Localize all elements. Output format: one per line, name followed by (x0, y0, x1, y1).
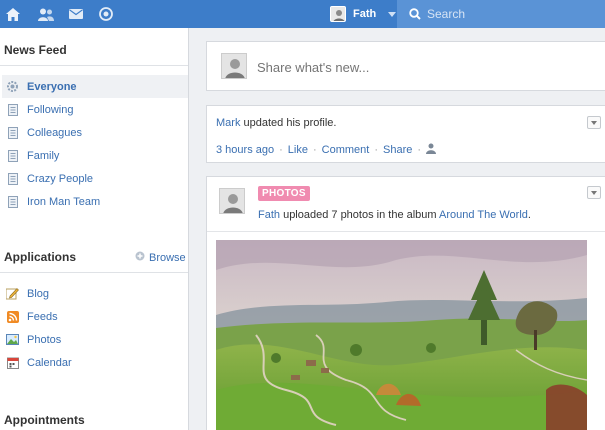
user-name: Fath (353, 8, 377, 20)
post-card: PHOTOS Fath uploaded 7 photos in the alb… (206, 176, 605, 430)
sidebar-item-label: Feeds (27, 310, 58, 323)
post-card: Mark updated his profile. 3 hours ago · … (206, 105, 605, 163)
sidebar-item-colleagues[interactable]: Colleagues (2, 121, 188, 144)
sidebar-item-blog[interactable]: Blog (2, 282, 188, 305)
sidebar-item-label: Everyone (27, 80, 77, 93)
sidebar-item-calendar[interactable]: Calendar (2, 351, 188, 374)
sidebar-item-iron-man-team[interactable]: Iron Man Team (2, 190, 188, 213)
people-icon[interactable] (38, 6, 54, 22)
sidebar-item-following[interactable]: Following (2, 98, 188, 121)
sidebar: News Feed Everyone Following Colleagues … (0, 28, 189, 430)
sidebar-item-label: Blog (27, 287, 50, 300)
post-options-button[interactable] (587, 116, 601, 129)
post-action: uploaded 7 photos in the album (280, 209, 440, 221)
chevron-down-icon (591, 190, 597, 195)
sidebar-item-crazy-people[interactable]: Crazy People (2, 167, 188, 190)
top-bar: Fath (0, 0, 605, 28)
browse-label: Browse (149, 251, 186, 264)
timestamp-link[interactable]: 3 hours ago (216, 144, 274, 156)
browse-link[interactable]: Browse (135, 251, 186, 264)
sidebar-item-label: Iron Man Team (27, 195, 101, 208)
sidebar-item-label: Colleagues (27, 126, 83, 139)
sidebar-item-family[interactable]: Family (2, 144, 188, 167)
author-link[interactable]: Fath (258, 209, 280, 221)
chevron-down-icon[interactable] (388, 11, 397, 17)
sidebar-item-label: Following (27, 103, 74, 116)
sidebar-item-label: Photos (27, 333, 62, 346)
document-icon (6, 103, 19, 116)
album-link[interactable]: Around The World (439, 209, 528, 221)
document-icon (6, 126, 19, 139)
author-link[interactable]: Mark (216, 117, 240, 129)
pencil-icon (6, 287, 19, 300)
chevron-down-icon (591, 120, 597, 125)
divider (207, 231, 605, 232)
sidebar-item-photos[interactable]: Photos (2, 328, 188, 351)
appointments-title: Appointments (4, 413, 85, 427)
post-text: Fath uploaded 7 photos in the album Arou… (258, 209, 531, 221)
photos-badge: PHOTOS (258, 186, 310, 201)
sidebar-item-everyone[interactable]: Everyone (2, 75, 188, 98)
sidebar-item-feeds[interactable]: Feeds (2, 305, 188, 328)
avatar (219, 188, 245, 214)
calendar-icon (6, 356, 19, 369)
search-input[interactable] (427, 4, 597, 24)
user-menu[interactable]: Fath (330, 0, 397, 28)
divider (0, 272, 188, 273)
share-link[interactable]: Share (383, 144, 412, 156)
post-options-button[interactable] (587, 186, 601, 199)
post-meta: 3 hours ago · Like · Comment · Share · (216, 143, 437, 157)
share-input[interactable] (257, 56, 587, 78)
add-circle-icon (135, 251, 145, 264)
post-text: Mark updated his profile. (216, 117, 336, 129)
post-end: . (527, 209, 531, 221)
search-icon (409, 8, 421, 23)
comment-link[interactable]: Comment (322, 144, 370, 156)
home-icon[interactable] (5, 6, 21, 22)
divider (0, 65, 188, 66)
news-feed-title: News Feed (4, 43, 67, 57)
composer-card (206, 41, 605, 91)
avatar (221, 53, 247, 79)
search-box (397, 0, 605, 28)
document-icon (6, 149, 19, 162)
activity-icon[interactable] (98, 6, 114, 22)
sidebar-item-label: Family (27, 149, 60, 162)
mail-icon[interactable] (68, 6, 84, 22)
applications-title: Applications (4, 250, 77, 264)
photo-icon (6, 333, 19, 346)
gear-icon (6, 80, 19, 93)
album-photo[interactable] (216, 240, 587, 430)
document-icon (6, 195, 19, 208)
sidebar-item-label: Crazy People (27, 172, 94, 185)
rss-icon (6, 310, 19, 323)
like-link[interactable]: Like (288, 144, 308, 156)
document-icon (6, 172, 19, 185)
user-avatar (330, 6, 346, 22)
person-icon[interactable] (426, 143, 437, 157)
sidebar-item-label: Calendar (27, 356, 72, 369)
post-action: updated his profile. (240, 117, 337, 129)
